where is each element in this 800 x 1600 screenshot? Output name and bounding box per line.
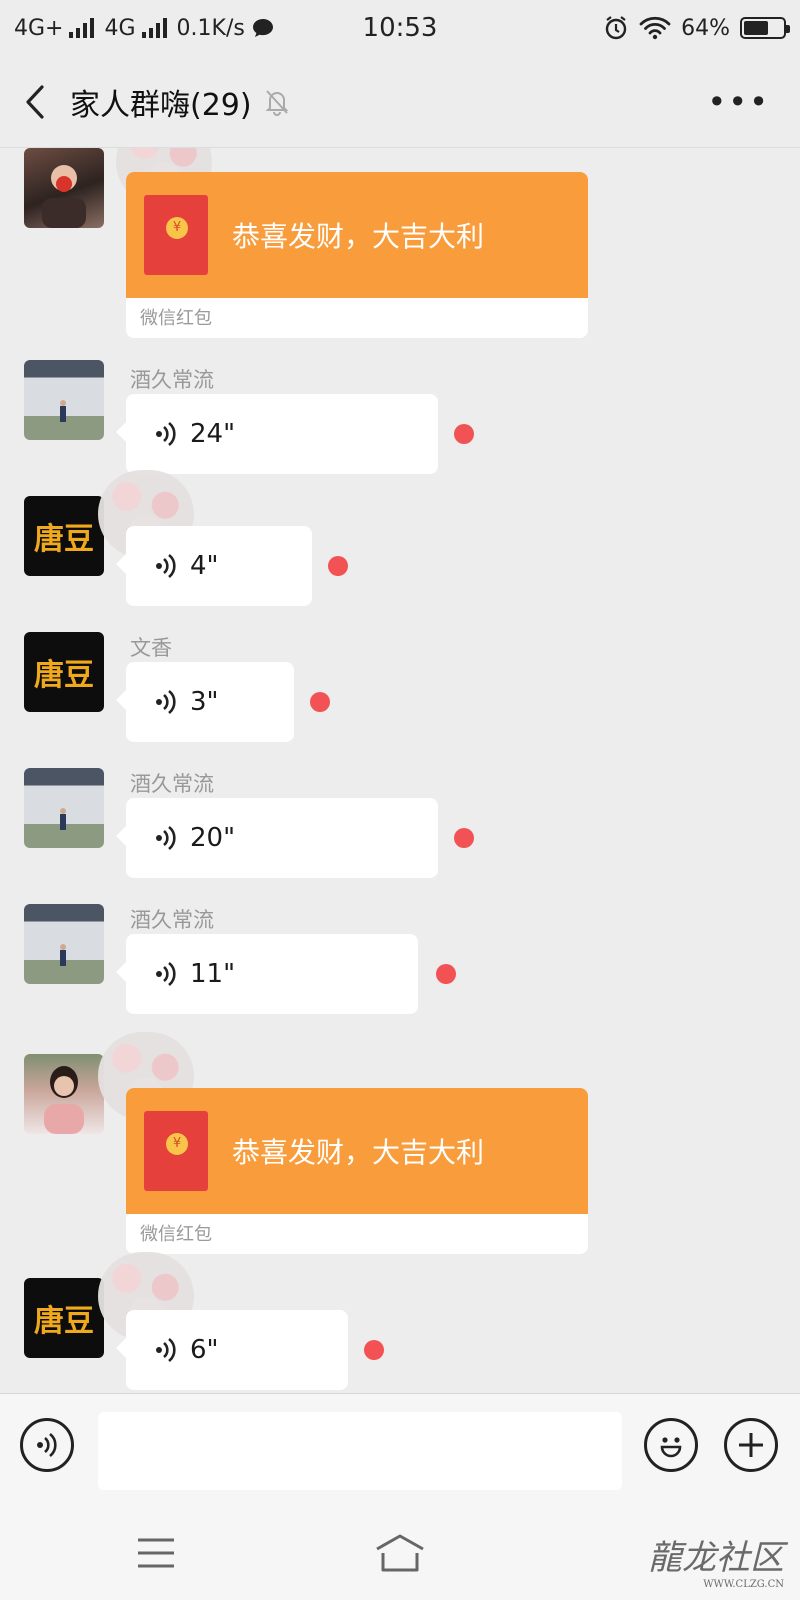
- red-packet-body: ¥ 恭喜发财，大吉大利: [126, 172, 588, 298]
- coin-icon: ¥: [166, 1133, 188, 1155]
- back-icon: [26, 84, 44, 119]
- voice-icon: [156, 825, 176, 851]
- avatar[interactable]: 唐豆: [24, 496, 104, 576]
- unread-dot: [328, 556, 348, 576]
- voice-message[interactable]: 11": [116, 934, 418, 1014]
- system-navigation: 龍龙社区 WWW.CLZG.CN: [0, 1507, 800, 1600]
- avatar[interactable]: [24, 904, 104, 984]
- red-envelope-icon: ¥: [144, 1111, 208, 1191]
- plus-icon: [739, 1433, 763, 1457]
- avatar-photo: [60, 400, 66, 422]
- message-list[interactable]: ¥ 恭喜发财，大吉大利 微信红包 酒久常流 24" 唐豆 4" 唐豆 文香 3"…: [0, 148, 800, 1393]
- voice-message[interactable]: 20": [116, 798, 438, 878]
- wifi-icon: [639, 16, 671, 40]
- signal-icon-2: [141, 18, 167, 38]
- avatar[interactable]: 唐豆: [24, 1278, 104, 1358]
- unread-dot: [310, 692, 330, 712]
- sender-name: 文香: [130, 636, 172, 660]
- red-packet-body: ¥ 恭喜发财，大吉大利: [126, 1088, 588, 1214]
- coin-icon: ¥: [166, 217, 188, 239]
- red-packet-message[interactable]: ¥ 恭喜发财，大吉大利 微信红包: [126, 1088, 588, 1254]
- unread-dot: [436, 964, 456, 984]
- avatar[interactable]: [24, 768, 104, 848]
- avatar-photo: [60, 808, 66, 830]
- emoji-button[interactable]: [644, 1418, 698, 1472]
- unread-dot: [454, 828, 474, 848]
- battery-fill: [744, 21, 769, 35]
- emoji-icon: [660, 1437, 682, 1458]
- chat-title: 家人群嗨(29): [70, 87, 252, 123]
- sender-name: 酒久常流: [130, 908, 214, 932]
- input-bar: [0, 1393, 800, 1507]
- chat-bubble-icon: [252, 19, 273, 37]
- voice-duration: 20": [190, 823, 236, 853]
- voice-message[interactable]: 6": [116, 1310, 348, 1390]
- avatar-text: 唐豆: [34, 522, 94, 557]
- red-packet-greeting: 恭喜发财，大吉大利: [232, 1136, 485, 1169]
- red-packet-label: 微信红包: [140, 308, 212, 329]
- watermark-text: 龍龙社区: [648, 1538, 784, 1578]
- voice-icon: [156, 553, 176, 579]
- mute-indicator: [264, 88, 290, 116]
- network-label-1: 4G+: [14, 15, 64, 41]
- alarm-icon: [605, 16, 627, 40]
- watermark: 龍龙社区 WWW.CLZG.CN: [648, 1530, 784, 1590]
- sender-name: 酒久常流: [130, 772, 214, 796]
- avatar[interactable]: [24, 1054, 104, 1134]
- voice-icon: [37, 1432, 57, 1458]
- voice-icon: [156, 689, 176, 715]
- back-button[interactable]: [0, 56, 70, 148]
- voice-duration: 11": [190, 959, 236, 989]
- avatar-photo: [44, 1066, 84, 1134]
- network-label-2: 4G: [104, 15, 136, 41]
- avatar-text: 唐豆: [34, 1304, 94, 1339]
- signal-icon-1: [69, 18, 95, 38]
- voice-icon: [156, 1337, 176, 1363]
- voice-icon: [156, 961, 176, 987]
- mute-bell-icon: [265, 89, 289, 116]
- sender-name: 酒久常流: [130, 368, 214, 392]
- unread-dot: [454, 424, 474, 444]
- avatar-text: 唐豆: [34, 658, 94, 693]
- chat-header: 家人群嗨(29) •••: [0, 56, 800, 148]
- avatar-photo: [60, 944, 66, 966]
- avatar[interactable]: [24, 148, 104, 228]
- menu-icon[interactable]: [136, 1537, 176, 1569]
- voice-message[interactable]: 3": [116, 662, 294, 742]
- home-icon[interactable]: [374, 1533, 426, 1573]
- red-packet-greeting: 恭喜发财，大吉大利: [232, 220, 485, 253]
- more-icon: •••: [707, 82, 770, 121]
- message-input[interactable]: [98, 1412, 622, 1490]
- avatar[interactable]: 唐豆: [24, 632, 104, 712]
- avatar[interactable]: [24, 360, 104, 440]
- more-button[interactable]: •••: [707, 83, 770, 121]
- unread-dot: [364, 1340, 384, 1360]
- red-envelope-icon: ¥: [144, 195, 208, 275]
- voice-message[interactable]: 4": [116, 526, 312, 606]
- voice-input-button[interactable]: [20, 1418, 74, 1472]
- status-bar: 4G+ 4G 0.1K/s 10:53 64%: [0, 0, 800, 56]
- watermark-url: WWW.CLZG.CN: [703, 1579, 784, 1590]
- battery-percent: 64%: [681, 15, 730, 41]
- avatar-photo: [42, 165, 86, 228]
- voice-duration: 4": [190, 551, 219, 581]
- voice-message[interactable]: 24": [116, 394, 438, 474]
- voice-duration: 6": [190, 1335, 219, 1365]
- network-speed: 0.1K/s: [176, 15, 245, 41]
- voice-duration: 24": [190, 419, 236, 449]
- red-packet-message[interactable]: ¥ 恭喜发财，大吉大利 微信红包: [126, 172, 588, 338]
- voice-icon: [156, 421, 176, 447]
- voice-duration: 3": [190, 687, 219, 717]
- plus-button[interactable]: [724, 1418, 778, 1472]
- red-packet-label: 微信红包: [140, 1224, 212, 1245]
- battery-icon: [740, 17, 790, 39]
